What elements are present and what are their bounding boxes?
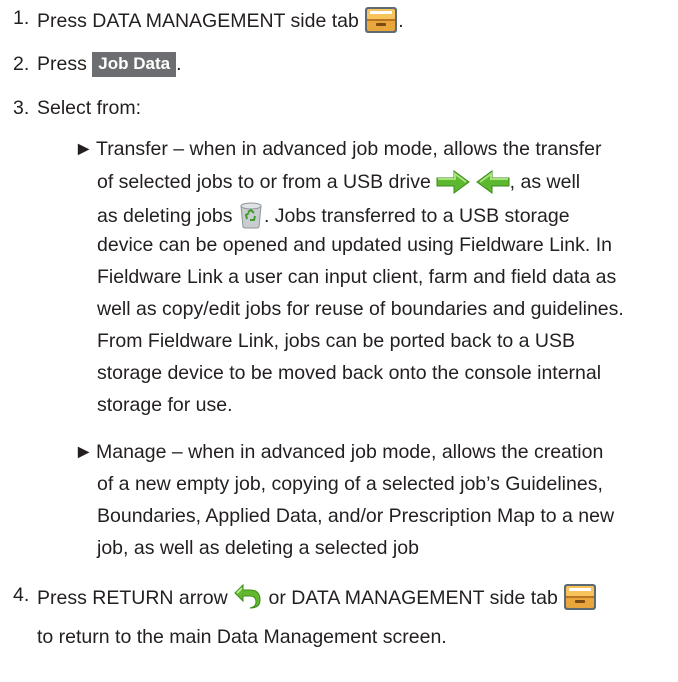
transfer-from-usb-arrow-icon <box>475 169 510 201</box>
step-text: Select from: <box>37 97 142 119</box>
recycle-bin-delete-icon <box>238 201 264 235</box>
step-text: Press DATA MANAGEMENT side tab . <box>37 6 404 40</box>
step-4-continuation: to return to the main Data Management sc… <box>37 626 447 648</box>
triangle-bullet-icon: ► <box>74 441 94 463</box>
job-data-button: Job Data <box>92 52 177 77</box>
instruction-page: 1. Press DATA MANAGEMENT side tab . 2. P… <box>13 6 624 648</box>
transfer-to-usb-arrow-icon <box>436 169 471 201</box>
return-arrow-icon <box>233 583 263 617</box>
data-management-tab-icon <box>364 6 398 40</box>
data-management-tab-icon <box>563 583 597 617</box>
triangle-bullet-icon: ► <box>74 138 94 160</box>
step-text: Press RETURN arrow or DATA MANAGEMENT si… <box>37 583 597 617</box>
step-text: Press Job Data. <box>37 52 182 77</box>
